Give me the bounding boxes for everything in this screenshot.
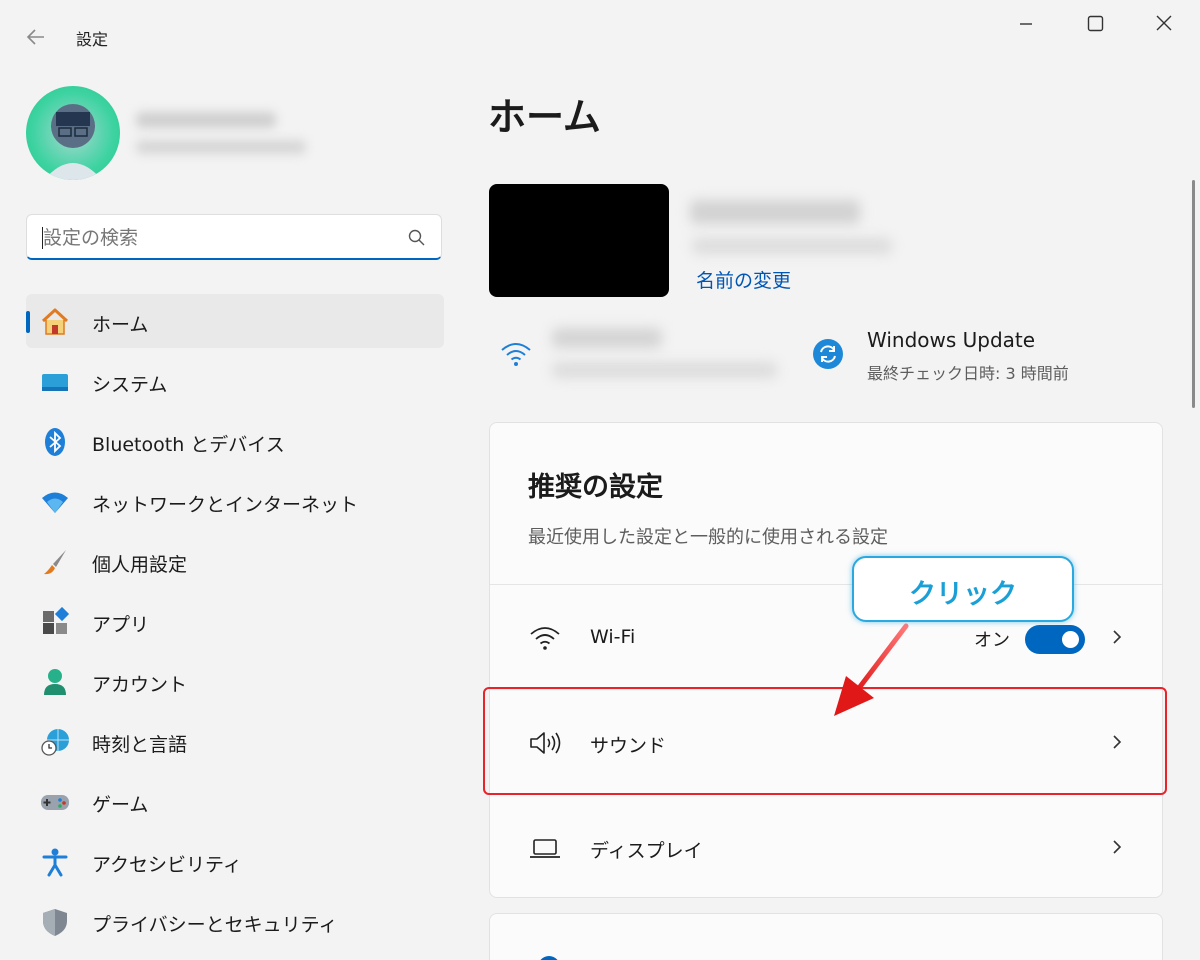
shield-icon <box>40 907 70 937</box>
app-title: 設定 <box>76 30 109 49</box>
text-caret <box>42 227 43 249</box>
account-icon <box>40 667 70 697</box>
device-wallpaper-thumbnail <box>489 184 669 297</box>
card-icon <box>538 956 560 960</box>
system-icon <box>40 367 70 397</box>
row-label: Wi-Fi <box>590 626 636 648</box>
minimize-icon[interactable] <box>1003 8 1049 40</box>
sidebar-nav: ホーム システム Bluetooth とデバイス ネットワークとインターネット … <box>26 294 444 954</box>
chevron-right-icon[interactable] <box>1110 837 1124 857</box>
wifi-icon <box>500 340 532 368</box>
sidebar-item-label: システム <box>92 374 168 396</box>
profile-name-redacted <box>136 112 276 128</box>
next-card <box>489 913 1163 960</box>
wifi-icon <box>528 623 562 653</box>
annotation-arrow <box>820 620 920 730</box>
network-icon <box>40 487 70 517</box>
sidebar-item-label: プライバシーとセキュリティ <box>92 914 338 936</box>
settings-window: 設定 設定の検索 ホーム システム Bluetooth とデバイス ネットワーク… <box>0 0 1200 960</box>
sidebar-item-accessibility[interactable]: アクセシビリティ <box>26 834 444 888</box>
windows-update-title[interactable]: Windows Update <box>867 328 1035 352</box>
sidebar-item-label: ゲーム <box>92 794 149 816</box>
avatar[interactable] <box>26 86 120 180</box>
sidebar-item-privacy[interactable]: プライバシーとセキュリティ <box>26 894 444 948</box>
sidebar-item-label: ネットワークとインターネット <box>92 494 359 516</box>
bluetooth-icon <box>40 427 70 457</box>
sidebar-item-system[interactable]: システム <box>26 354 444 408</box>
title-bar: 設定 <box>0 0 1200 60</box>
sidebar-item-label: 個人用設定 <box>92 554 188 576</box>
callout-text: クリック <box>909 579 1017 610</box>
card-title: 推奨の設定 <box>528 472 663 503</box>
accessibility-icon <box>40 847 70 877</box>
sidebar-item-personalization[interactable]: 個人用設定 <box>26 534 444 588</box>
search-box[interactable] <box>26 214 442 260</box>
row-label: ディスプレイ <box>590 840 703 862</box>
windows-update-icon[interactable] <box>812 338 844 370</box>
sidebar-item-label: Bluetooth とデバイス <box>92 434 285 456</box>
sidebar-item-accounts[interactable]: アカウント <box>26 654 444 708</box>
display-row[interactable]: ディスプレイ <box>490 795 1162 899</box>
selection-indicator <box>26 311 30 333</box>
gamepad-icon <box>40 787 70 817</box>
sidebar-item-bluetooth[interactable]: Bluetooth とデバイス <box>26 414 444 468</box>
wifi-toggle[interactable] <box>1025 625 1085 654</box>
sidebar-item-label: アプリ <box>92 614 150 636</box>
click-callout: クリック <box>852 556 1074 622</box>
toggle-knob <box>1062 631 1079 648</box>
network-detail-redacted <box>552 362 777 378</box>
search-input[interactable] <box>41 224 395 252</box>
home-icon <box>40 307 70 337</box>
device-name-redacted <box>690 200 860 224</box>
close-icon[interactable] <box>1141 8 1187 40</box>
sidebar-item-gaming[interactable]: ゲーム <box>26 774 444 828</box>
laptop-icon <box>528 833 562 863</box>
apps-icon <box>40 606 70 637</box>
rename-link[interactable]: 名前の変更 <box>696 266 791 293</box>
search-icon[interactable] <box>407 228 427 248</box>
profile-email-redacted <box>136 140 306 154</box>
sidebar-item-network[interactable]: ネットワークとインターネット <box>26 474 444 528</box>
maximize-icon[interactable] <box>1072 8 1118 40</box>
sidebar-item-home[interactable]: ホーム <box>26 294 444 348</box>
sidebar-item-apps[interactable]: アプリ <box>26 594 444 648</box>
network-name-redacted[interactable] <box>552 328 662 348</box>
time-language-icon <box>40 727 70 757</box>
paintbrush-icon <box>40 547 70 577</box>
sidebar-item-label: ホーム <box>92 314 149 336</box>
windows-update-last-checked: 最終チェック日時: 3 時間前 <box>867 364 1069 383</box>
sidebar-item-label: アカウント <box>92 674 188 696</box>
card-subtitle: 最近使用した設定と一般的に使用される設定 <box>528 527 888 548</box>
sidebar-item-label: アクセシビリティ <box>92 854 242 876</box>
sidebar-item-label: 時刻と言語 <box>92 734 188 756</box>
back-arrow-icon[interactable] <box>20 22 50 52</box>
toggle-state-label: オン <box>974 630 1010 651</box>
scrollbar-thumb[interactable] <box>1192 180 1195 408</box>
page-title: ホーム <box>488 95 601 139</box>
device-model-redacted <box>692 238 892 254</box>
chevron-right-icon[interactable] <box>1110 627 1124 647</box>
sidebar-item-time-language[interactable]: 時刻と言語 <box>26 714 444 768</box>
